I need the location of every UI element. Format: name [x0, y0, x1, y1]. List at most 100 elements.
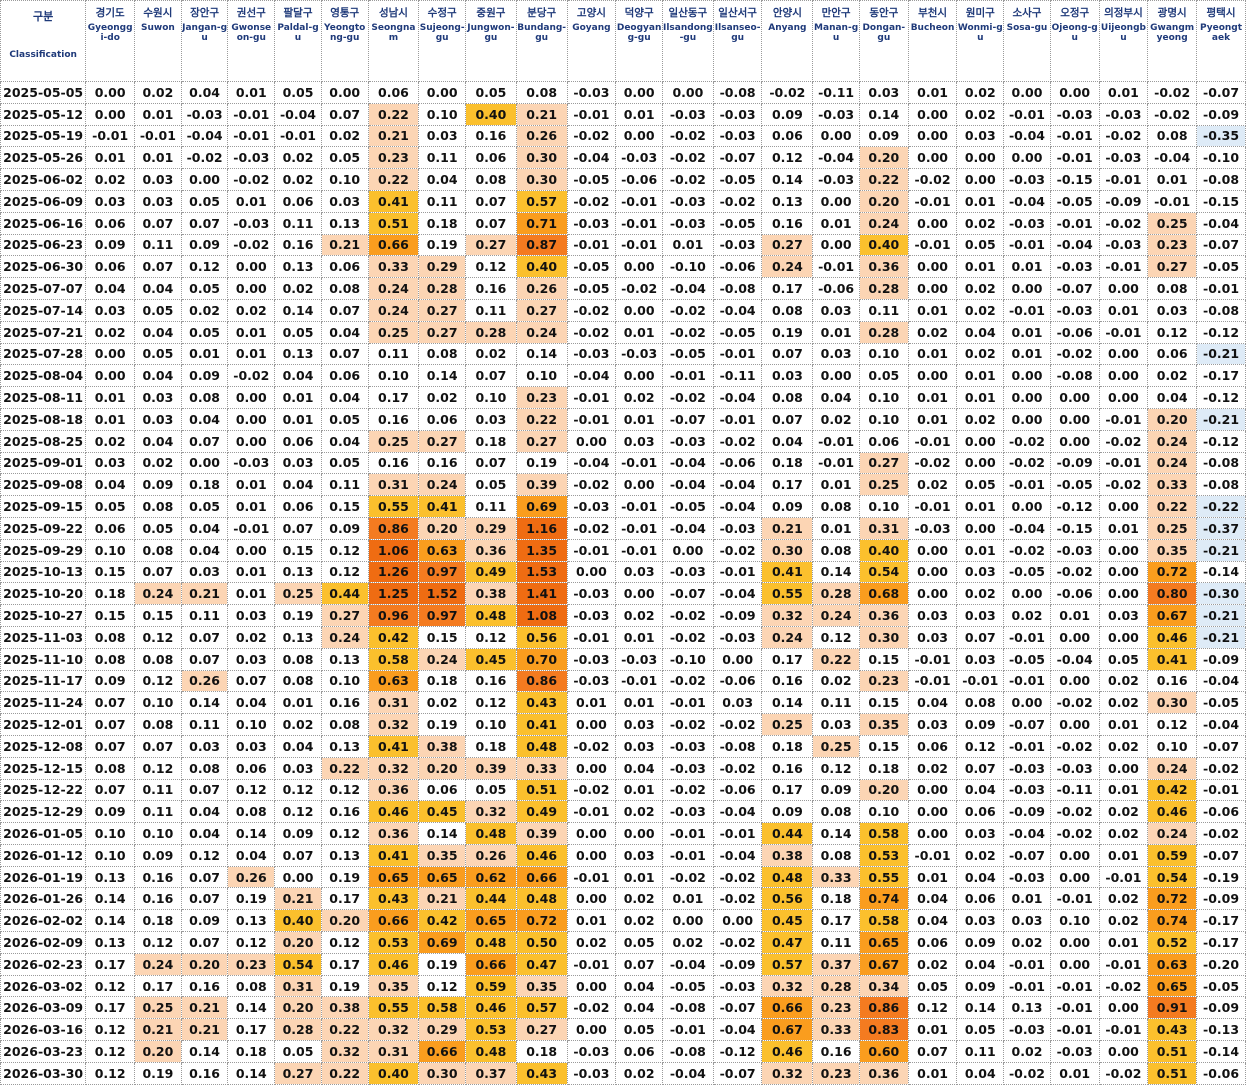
value-cell: 0.31 [367, 473, 420, 497]
value-cell: 0.01 [956, 189, 1005, 213]
value-cell: 0.05 [907, 974, 958, 998]
value-cell: 0.08 [134, 495, 182, 518]
table-row: 2026-03-16 0.12 0.21 0.21 0.17 0.28 0.22 0.32 0.… [0, 1018, 1246, 1042]
value-cell: 0.07 [465, 189, 517, 213]
value-cell: -0.04 [661, 277, 714, 300]
value-cell: 0.03 [85, 451, 136, 475]
value-cell: 0.08 [956, 691, 1005, 715]
value-cell: 0.03 [134, 407, 182, 431]
row-date-cell: 2025-09-29 [0, 538, 87, 562]
value-cell: 0.00 [907, 822, 958, 845]
value-cell: -0.05 [661, 974, 714, 998]
value-cell: 0.02 [134, 81, 182, 104]
table-row: 2025-09-08 0.04 0.09 0.18 0.01 0.04 0.11 0.31 0.… [0, 473, 1246, 497]
table-row: 2026-02-02 0.14 0.18 0.09 0.13 0.40 0.20 0.66 0.… [0, 909, 1246, 933]
value-cell: 0.10 [858, 800, 909, 824]
table-row: 2025-07-07 0.04 0.04 0.05 0.00 0.02 0.08 0.24 0.… [0, 277, 1246, 300]
value-cell: 0.02 [956, 277, 1005, 300]
value-cell: 0.09 [134, 843, 182, 867]
value-cell: -0.03 [1098, 146, 1149, 170]
value-cell: 0.63 [367, 669, 420, 693]
value-cell: -0.03 [1003, 211, 1051, 235]
column-header-korean: 오정구 [1060, 7, 1090, 19]
table-row: 2025-07-28 0.00 0.05 0.01 0.01 0.13 0.07 0.11 0.… [0, 342, 1246, 366]
value-cell: 0.20 [274, 931, 322, 954]
value-cell: -0.02 [661, 168, 714, 191]
value-cell: -0.01 [566, 233, 617, 257]
value-cell: 0.11 [274, 211, 322, 235]
table-row: 2025-11-10 0.08 0.08 0.07 0.03 0.08 0.13 0.58 0.… [0, 647, 1246, 671]
value-cell: 0.44 [320, 582, 369, 606]
value-cell: 0.54 [274, 952, 322, 976]
value-cell: 0.20 [418, 516, 467, 540]
value-cell: 0.08 [320, 277, 369, 300]
value-cell: 0.10 [858, 342, 909, 366]
value-cell: 0.05 [134, 516, 182, 540]
value-cell: 0.19 [418, 713, 467, 736]
column-header-korean: 일산동구 [668, 7, 708, 19]
value-cell: -0.02 [1049, 342, 1100, 366]
value-cell: 0.00 [812, 233, 860, 257]
value-cell: 0.00 [907, 146, 958, 170]
value-cell: 0.00 [566, 560, 617, 584]
value-cell: 0.10 [320, 168, 369, 191]
value-cell: -0.01 [566, 865, 617, 889]
value-cell: 0.51 [1147, 1061, 1198, 1085]
column-header: 일산동구 Ilsandong-gu [661, 0, 714, 82]
table-row: 2025-11-03 0.08 0.12 0.07 0.02 0.13 0.24 0.42 0.… [0, 625, 1246, 649]
value-cell: 0.21 [134, 1018, 182, 1042]
value-cell: -0.01 [566, 386, 617, 409]
value-cell: 0.10 [1049, 909, 1100, 933]
value-cell: 0.00 [180, 168, 229, 191]
value-cell: 0.65 [418, 865, 467, 889]
value-cell: -0.03 [566, 647, 617, 671]
value-cell: 0.02 [907, 473, 958, 497]
value-cell: 0.10 [515, 364, 568, 388]
value-cell: 0.00 [907, 582, 958, 606]
value-cell: -0.03 [1003, 1018, 1051, 1042]
value-cell: 0.02 [956, 211, 1005, 235]
value-cell: 0.04 [907, 887, 958, 911]
value-cell: -0.02 [712, 887, 763, 911]
value-cell: 0.12 [465, 625, 517, 649]
value-cell: -0.01 [1147, 189, 1198, 213]
table-row: 2025-10-27 0.15 0.15 0.11 0.03 0.19 0.27 0.96 0.… [0, 604, 1246, 627]
value-cell: 0.01 [180, 342, 229, 366]
value-cell: -0.03 [661, 756, 714, 780]
value-cell: 0.25 [367, 429, 420, 453]
value-cell: 0.01 [1147, 168, 1198, 191]
value-cell: -0.03 [1049, 298, 1100, 322]
value-cell: -0.03 [227, 211, 276, 235]
value-cell: 0.26 [465, 843, 517, 867]
value-cell: 0.00 [1098, 386, 1149, 409]
value-cell: 0.18 [418, 211, 467, 235]
value-cell: 0.12 [85, 974, 136, 998]
value-cell: 0.22 [515, 407, 568, 431]
value-cell: 0.07 [180, 625, 229, 649]
column-header: 분당구 Bundang-gu [515, 0, 568, 82]
value-cell: -0.02 [907, 168, 958, 191]
value-cell: -0.02 [661, 713, 714, 736]
value-cell: 0.07 [180, 865, 229, 889]
value-cell: 0.27 [418, 298, 467, 322]
value-cell: 0.27 [1147, 255, 1198, 279]
table-row: 2025-06-09 0.03 0.03 0.05 0.01 0.06 0.03 0.41 0.… [0, 189, 1246, 213]
value-cell: 0.06 [761, 124, 814, 148]
value-cell: 0.28 [858, 320, 909, 344]
value-cell: 0.12 [418, 974, 467, 998]
value-cell: 0.00 [227, 538, 276, 562]
table-header: 구분 Classification 경기도 Gyeonggi-do 수원시 Suwon 장안… [0, 0, 1246, 82]
value-cell: 0.17 [320, 887, 369, 911]
value-cell: 0.06 [956, 887, 1005, 911]
value-cell: 0.02 [956, 342, 1005, 366]
value-cell: -0.01 [1098, 865, 1149, 889]
value-cell: -0.03 [712, 516, 763, 540]
value-cell: -0.04 [712, 386, 763, 409]
value-cell: 0.16 [180, 1061, 229, 1085]
value-cell: -0.02 [1003, 1061, 1051, 1085]
column-header: 고양시 Goyang [566, 0, 617, 82]
value-cell: 0.55 [367, 495, 420, 518]
value-cell: 0.07 [956, 756, 1005, 780]
value-cell: 0.00 [712, 909, 763, 933]
value-cell: 0.43 [367, 887, 420, 911]
